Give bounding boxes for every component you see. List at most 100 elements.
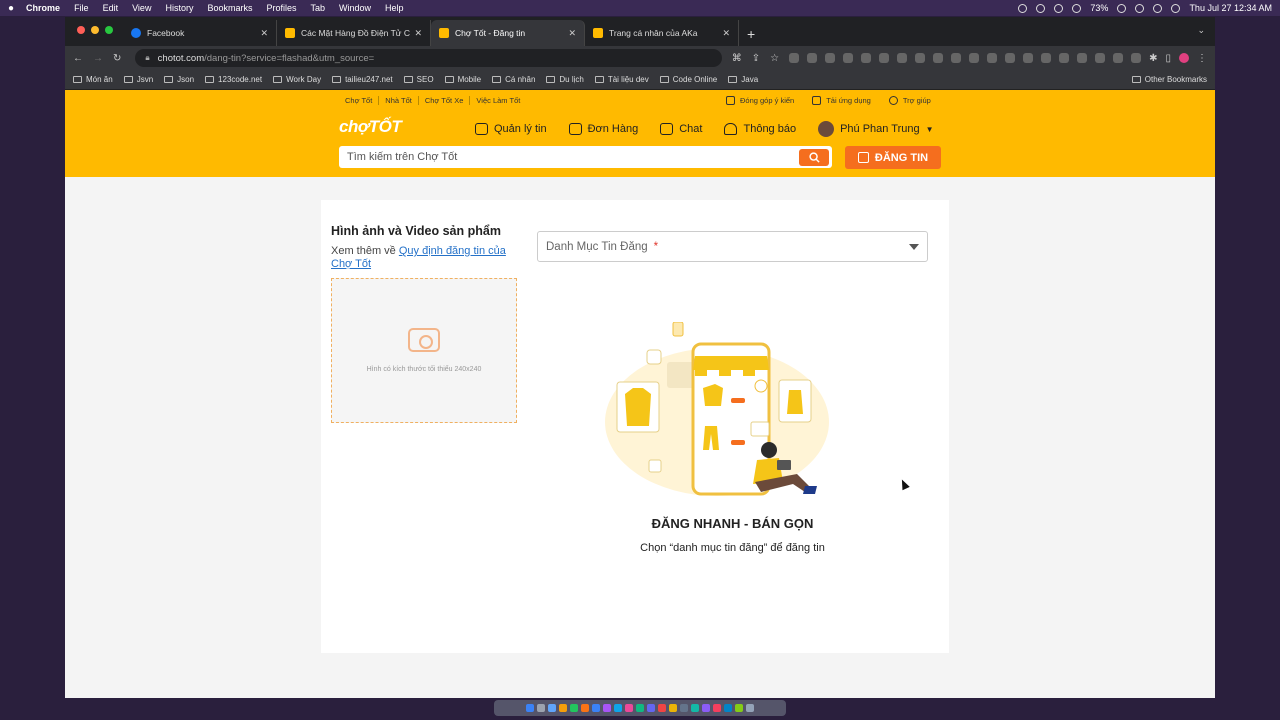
extension-icon[interactable] [915,53,926,63]
minimize-window-button[interactable] [91,26,99,34]
wifi-icon[interactable] [1153,3,1163,13]
menu-history[interactable]: History [165,3,193,13]
nav-notifications[interactable]: Thông báo [724,123,796,135]
status-icon[interactable] [1018,3,1028,13]
lock-icon[interactable]: 🔒︎ [145,53,149,63]
other-bookmarks-folder[interactable]: Other Bookmarks [1131,75,1207,84]
forward-arrow-icon[interactable]: → [93,53,103,64]
extension-icon[interactable] [789,53,800,63]
app-icon[interactable] [702,704,710,712]
close-tab-icon[interactable]: ✕ [568,28,576,39]
bookmark-folder[interactable]: SEO [403,75,434,84]
battery-percent[interactable]: 73% [1090,3,1108,13]
apple-icon[interactable]: ● [8,3,14,14]
extension-icon[interactable] [951,53,962,63]
status-icon[interactable] [1036,3,1046,13]
bookmark-folder[interactable]: tailieu247.net [332,75,393,84]
chotot-logo[interactable]: chợTỐT [339,117,402,137]
spotlight-search-icon[interactable] [1171,3,1181,13]
nav-chat[interactable]: Chat [660,123,702,135]
tab-facebook[interactable]: Facebook ✕ [123,20,277,46]
app-icon[interactable] [581,704,589,712]
translate-icon[interactable]: ⌘ [732,53,742,64]
tab-search-chevron-icon[interactable]: ⌄ [1197,25,1205,36]
extension-icon[interactable] [1131,53,1142,63]
app-icon[interactable] [669,704,677,712]
status-icon[interactable] [1054,3,1064,13]
address-bar[interactable]: 🔒︎ chotot.com/dang-tin?service=flashad&u… [135,49,722,67]
finder-icon[interactable] [526,704,534,712]
bookmark-folder[interactable]: Du lịch [546,75,584,84]
reload-icon[interactable]: ↻ [113,53,121,64]
extension-icon[interactable] [843,53,854,63]
app-icon[interactable] [603,704,611,712]
app-icon[interactable] [691,704,699,712]
zoom-window-button[interactable] [105,26,113,34]
close-tab-icon[interactable]: ✕ [414,28,422,39]
menu-help[interactable]: Help [385,3,404,13]
extension-icon[interactable] [1023,53,1034,63]
volume-icon[interactable] [1135,3,1145,13]
side-panel-icon[interactable]: ▯ [1165,53,1171,64]
back-arrow-icon[interactable]: ← [73,53,83,64]
bookmark-folder[interactable]: Món ăn [73,75,113,84]
safari-icon[interactable] [548,704,556,712]
category-select[interactable]: Danh Mục Tin Đăng * [537,231,928,262]
extension-icon[interactable] [1113,53,1124,63]
feedback-link[interactable]: Đóng góp ý kiến [726,96,794,105]
bookmark-folder[interactable]: Code Online [659,75,717,84]
launchpad-icon[interactable] [537,704,545,712]
extension-icon[interactable] [933,53,944,63]
extension-icon[interactable] [861,53,872,63]
app-icon[interactable] [614,704,622,712]
app-icon[interactable] [680,704,688,712]
app-icon[interactable] [625,704,633,712]
extension-icon[interactable] [897,53,908,63]
menu-tab[interactable]: Tab [311,3,326,13]
extension-icon[interactable] [1059,53,1070,63]
chrome-icon[interactable] [559,704,567,712]
nav-manage-ads[interactable]: Quản lý tin [475,123,547,135]
menu-profiles[interactable]: Profiles [266,3,296,13]
extension-icon[interactable] [825,53,836,63]
bookmark-folder[interactable]: Json [164,75,194,84]
extension-icon[interactable] [1077,53,1088,63]
menu-file[interactable]: File [74,3,89,13]
extension-icon[interactable] [1005,53,1016,63]
bookmark-folder[interactable]: Cá nhân [492,75,535,84]
profile-avatar-icon[interactable] [1179,53,1189,63]
tab-electronics[interactable]: Các Mặt Hàng Đồ Điện Tử Chí ✕ [277,20,431,46]
bookmark-folder[interactable]: Mobile [444,75,481,84]
bookmark-folder[interactable]: Tài liệu dev [594,75,649,84]
bookmark-folder[interactable]: Jsvn [123,75,153,84]
close-tab-icon[interactable]: ✕ [722,28,730,39]
tab-dang-tin[interactable]: Chợ Tốt - Đăng tin ✕ [431,20,585,46]
extensions-puzzle-icon[interactable]: ✱ [1149,53,1157,64]
search-input[interactable] [347,151,799,163]
bookmark-folder[interactable]: 123code.net [205,75,262,84]
download-app-link[interactable]: Tải ứng dụng [812,96,871,105]
app-icon[interactable] [647,704,655,712]
extension-icon[interactable] [1095,53,1106,63]
extension-icon[interactable] [807,53,818,63]
app-icon[interactable] [713,704,721,712]
app-icon[interactable] [592,704,600,712]
status-icon[interactable] [1072,3,1082,13]
app-icon[interactable] [724,704,732,712]
tab-profile[interactable]: Trang cá nhân của AKa ✕ [585,20,739,46]
menu-view[interactable]: View [132,3,151,13]
nav-orders[interactable]: Đơn Hàng [568,123,638,135]
help-link[interactable]: Trợ giúp [888,96,931,105]
app-icon[interactable] [636,704,644,712]
new-tab-button[interactable]: + [747,22,755,46]
share-icon[interactable]: ⇪ [752,53,760,64]
search-button[interactable] [799,148,829,166]
menu-bookmarks[interactable]: Bookmarks [207,3,252,13]
battery-icon[interactable] [1117,3,1127,13]
menu-window[interactable]: Window [339,3,371,13]
link-cho-tot[interactable]: Chợ Tốt [339,96,380,105]
bookmark-folder[interactable]: Work Day [273,75,321,84]
bookmark-folder[interactable]: Java [728,75,758,84]
bookmark-star-icon[interactable]: ☆ [770,53,779,64]
link-nha-tot[interactable]: Nhà Tốt [379,96,419,105]
